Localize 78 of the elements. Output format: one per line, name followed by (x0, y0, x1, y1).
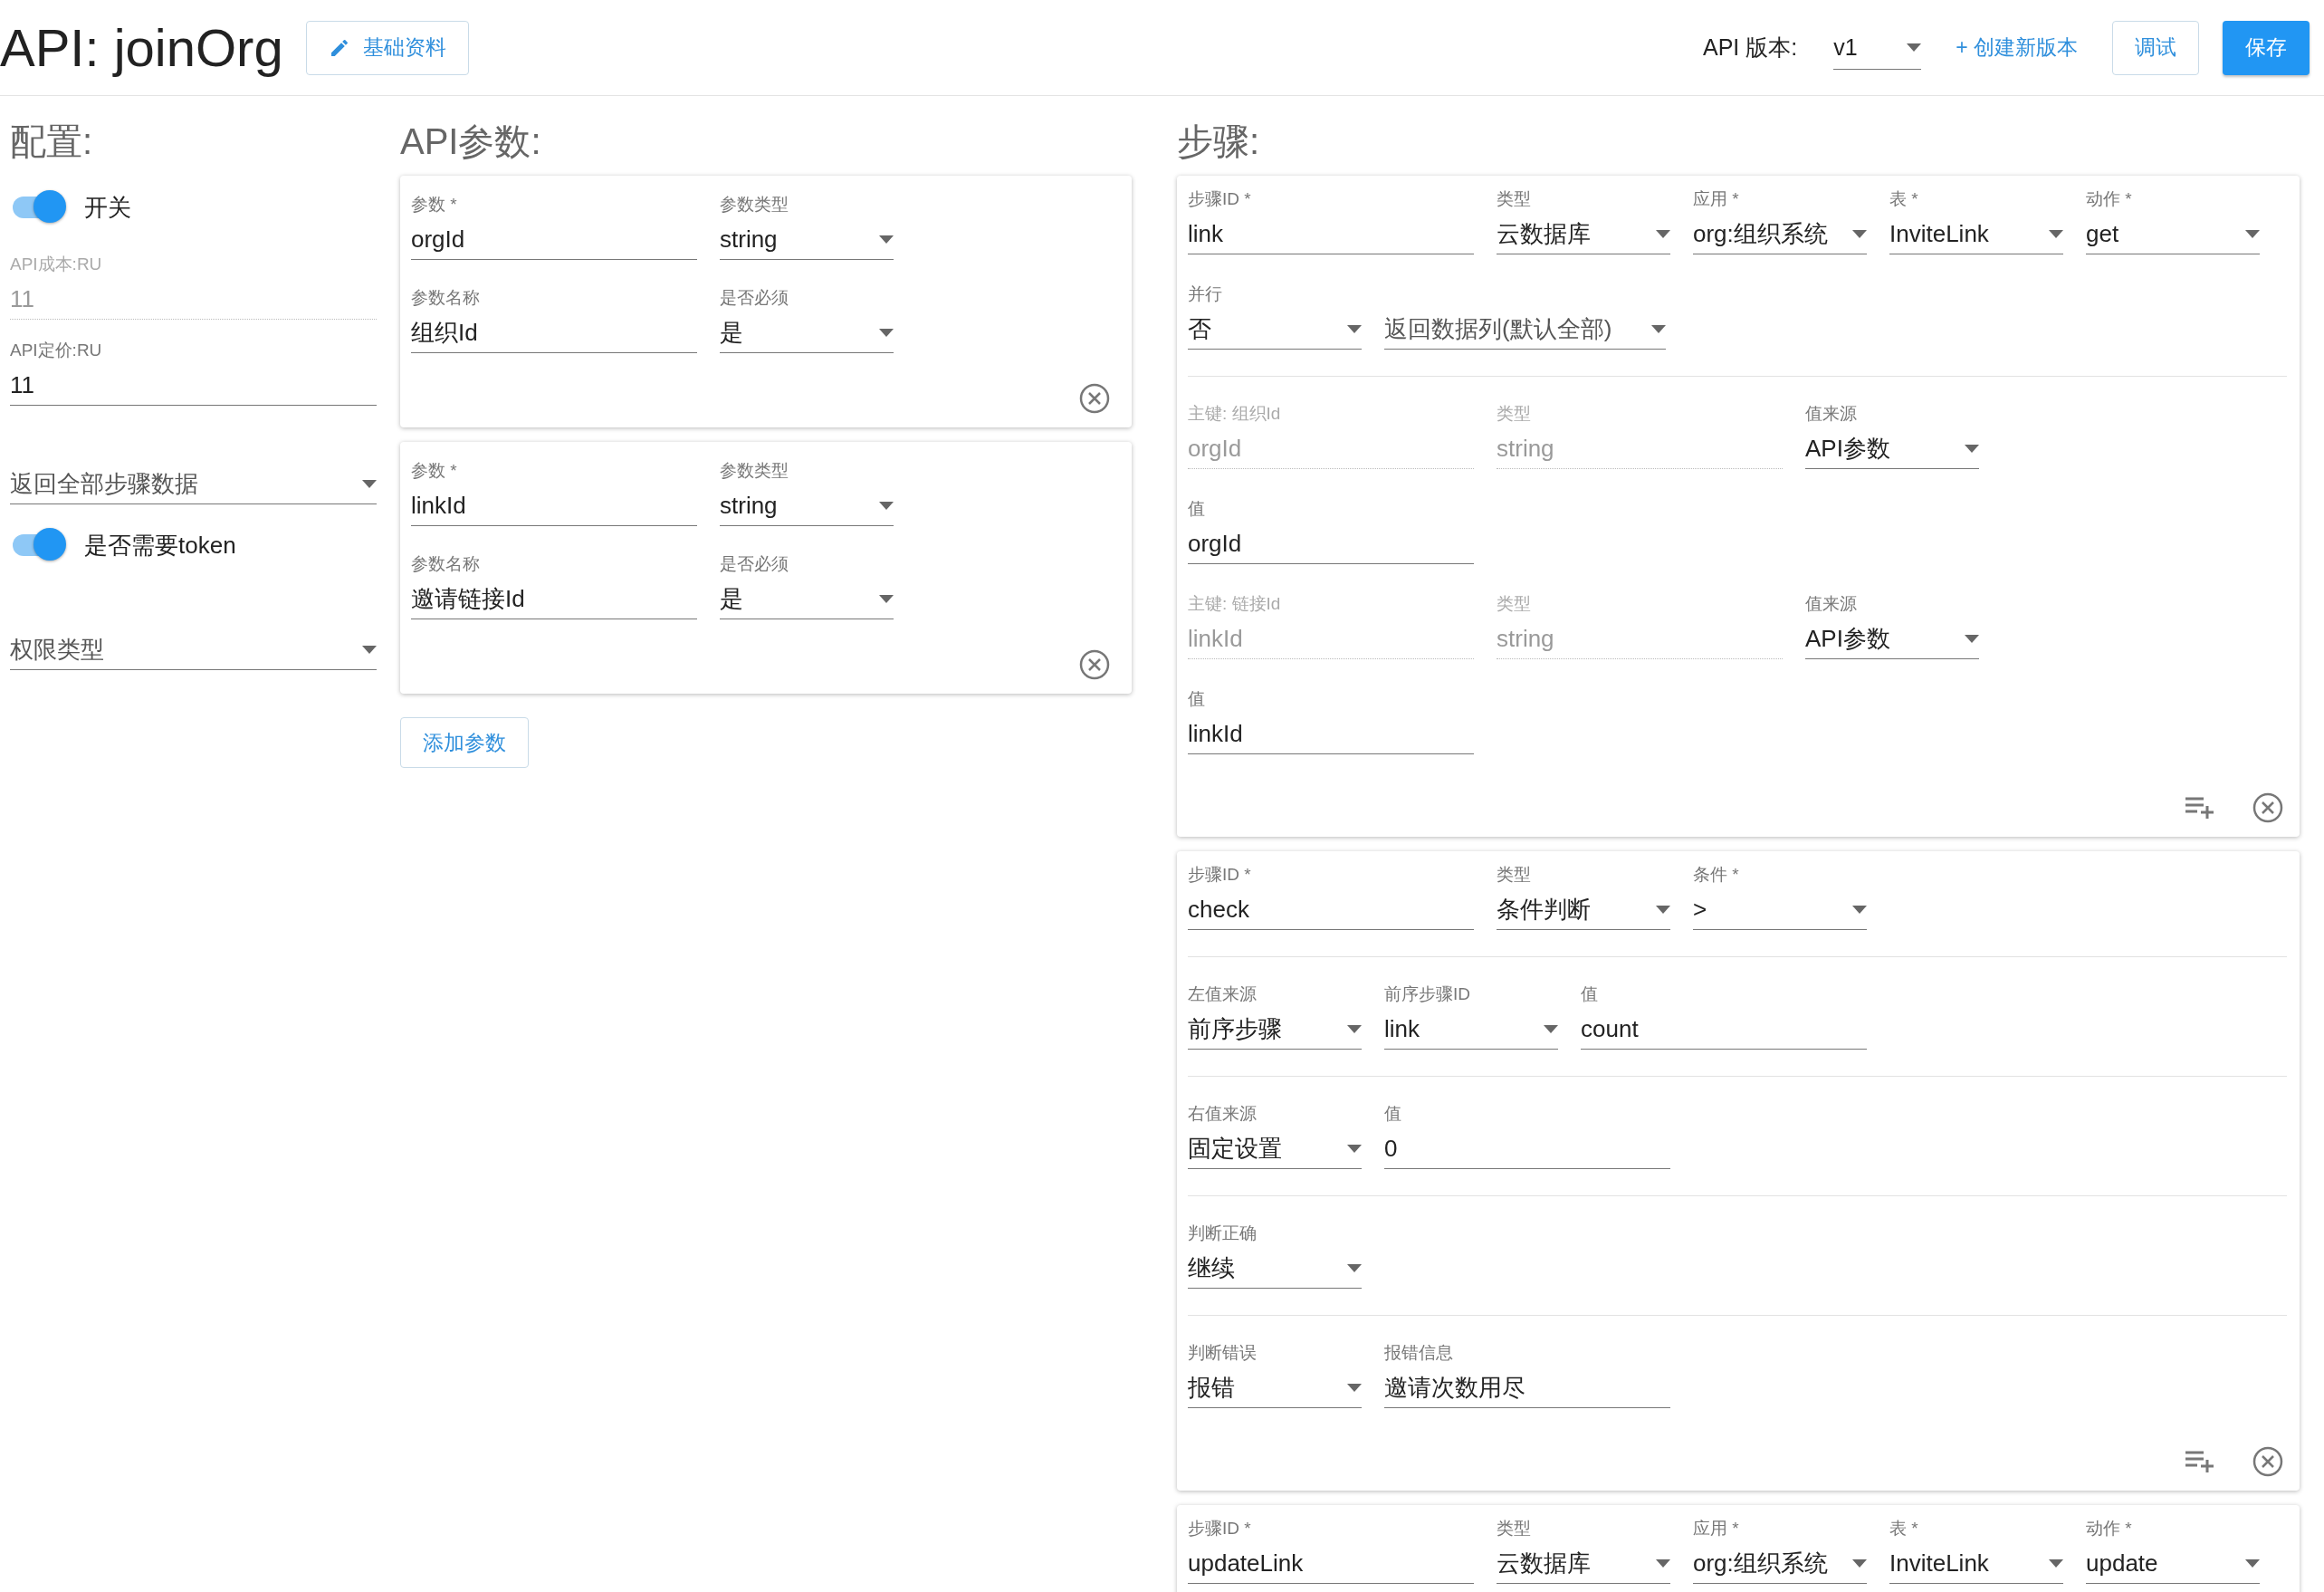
section-heading: API参数: (400, 120, 542, 163)
add-row-icon[interactable] (2185, 1449, 2216, 1474)
close-icon[interactable] (1079, 649, 1110, 680)
select-field[interactable]: 左值来源 前序步骤 (1188, 983, 1362, 1050)
caret-icon (2049, 1558, 2063, 1568)
select-field[interactable]: 是否必须 是 (720, 553, 894, 619)
text-field[interactable]: 值 linkId (1188, 688, 1474, 754)
close-icon[interactable] (2252, 1446, 2283, 1477)
caret-icon (362, 645, 377, 654)
caret-icon (879, 501, 894, 510)
select-field[interactable]: 类型 条件判断 (1497, 864, 1670, 930)
caret-icon (362, 479, 377, 488)
caret-icon (1347, 1024, 1362, 1033)
caret-icon (1544, 1024, 1558, 1033)
select-field[interactable]: 条件 * > (1693, 864, 1867, 930)
close-icon[interactable] (2252, 792, 2283, 823)
text-field[interactable]: 值 0 (1384, 1103, 1670, 1169)
caret-icon (1965, 634, 1979, 643)
version-label: API 版本: (1703, 34, 1798, 62)
caret-icon (1656, 229, 1670, 238)
add-param-button[interactable]: 添加参数 (400, 717, 529, 768)
select-field[interactable]: 表 * InviteLink (1889, 1518, 2063, 1584)
caret-icon (1656, 1558, 1670, 1568)
section-heading: 步骤: (1177, 120, 1261, 163)
select-field[interactable]: 类型 云数据库 (1497, 1518, 1670, 1584)
text-field[interactable]: 值 count (1581, 983, 1867, 1050)
switch-label: 开关 (84, 192, 131, 223)
caret-icon (2245, 1558, 2260, 1568)
select-field[interactable]: 返回全部步骤数据 (10, 464, 377, 504)
select-field[interactable]: 动作 * update (2086, 1518, 2260, 1584)
caret-icon (1347, 1383, 1362, 1392)
caret-icon (1852, 905, 1867, 914)
select-field[interactable]: 应用 * org:组织系统 (1693, 1518, 1867, 1584)
caret-icon (1852, 229, 1867, 238)
section-heading: 配置: (10, 120, 94, 163)
select-field[interactable]: 值来源 API参数 (1805, 403, 1979, 469)
caret-icon (1651, 324, 1666, 333)
select-field[interactable]: 类型 云数据库 (1497, 188, 1670, 254)
select-field[interactable]: 返回数据列(默认全部) (1384, 309, 1666, 350)
caret-icon (879, 594, 894, 603)
text-field[interactable]: 参数名称 邀请链接Id (411, 553, 697, 619)
add-row-icon[interactable] (2185, 795, 2216, 820)
text-field[interactable]: 参数 * orgId (411, 194, 697, 260)
text-field[interactable]: 参数名称 组织Id (411, 287, 697, 353)
caret-icon (1347, 1144, 1362, 1153)
caret-icon (1852, 1558, 1867, 1568)
text-field[interactable]: 步骤ID * check (1188, 864, 1474, 930)
caret-icon (879, 235, 894, 244)
select-field[interactable]: 权限类型 (10, 629, 377, 670)
caret-icon (1347, 1263, 1362, 1272)
caret-icon (2245, 229, 2260, 238)
select-field[interactable]: 应用 * org:组织系统 (1693, 188, 1867, 254)
select-field[interactable]: 右值来源 固定设置 (1188, 1103, 1362, 1169)
caret-icon (1347, 324, 1362, 333)
caret-icon (1907, 43, 1922, 52)
switch-label: 是否需要token (84, 530, 236, 561)
text-field[interactable]: API定价:RU 11 (10, 340, 377, 406)
caret-icon (1656, 905, 1670, 914)
select-field[interactable]: 是否必须 是 (720, 287, 894, 353)
select-field[interactable]: 判断正确 继续 (1188, 1223, 1362, 1289)
version-select[interactable]: v1 (1833, 25, 1922, 70)
text-field[interactable]: 参数 * linkId (411, 460, 697, 526)
select-field[interactable]: 值来源 API参数 (1805, 593, 1979, 659)
caret-icon (879, 328, 894, 337)
select-field[interactable]: 表 * InviteLink (1889, 188, 2063, 254)
select-field[interactable]: 判断错误 报错 (1188, 1342, 1362, 1408)
caret-icon (2049, 229, 2063, 238)
select-field[interactable]: 并行 否 (1188, 283, 1362, 350)
close-icon[interactable] (1079, 383, 1110, 414)
select-field[interactable]: 动作 * get (2086, 188, 2260, 254)
text-field[interactable]: 值 orgId (1188, 498, 1474, 564)
select-field[interactable]: 参数类型 string (720, 194, 894, 260)
text-field[interactable]: 步骤ID * updateLink (1188, 1518, 1474, 1584)
text-field[interactable]: 步骤ID * link (1188, 188, 1474, 254)
select-field[interactable]: 前序步骤ID link (1384, 983, 1558, 1050)
select-field[interactable]: 参数类型 string (720, 460, 894, 526)
caret-icon (1965, 444, 1979, 453)
text-field[interactable]: 报错信息 邀请次数用尽 (1384, 1342, 1670, 1408)
